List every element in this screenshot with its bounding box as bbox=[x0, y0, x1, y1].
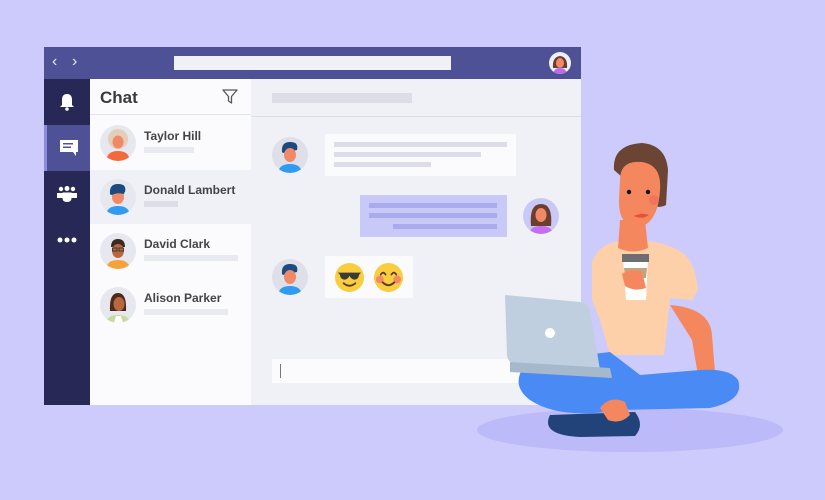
avatar-woman-icon bbox=[552, 56, 568, 74]
bell-icon bbox=[60, 94, 74, 111]
filter-icon[interactable] bbox=[222, 89, 238, 104]
avatar bbox=[100, 125, 136, 161]
avatar bbox=[100, 233, 136, 269]
contact-item[interactable]: Donald Lambert bbox=[90, 170, 251, 224]
chat-list-title: Chat bbox=[100, 88, 138, 107]
contact-name: Taylor Hill bbox=[144, 129, 202, 143]
chat-icon bbox=[59, 139, 78, 156]
avatar-man-blue-icon bbox=[278, 264, 302, 295]
message-preview bbox=[144, 309, 228, 315]
app-rail bbox=[44, 79, 90, 405]
title-bar: ‹ › bbox=[44, 47, 581, 79]
contact-name: David Clark bbox=[144, 237, 211, 251]
teams-icon bbox=[57, 186, 77, 202]
avatar bbox=[272, 259, 308, 295]
search-input[interactable] bbox=[174, 56, 451, 70]
contact-name: Alison Parker bbox=[144, 291, 222, 305]
contact-item[interactable]: David Clark bbox=[90, 224, 251, 278]
contact-item[interactable]: Alison Parker bbox=[90, 278, 251, 332]
rail-item-teams[interactable] bbox=[44, 171, 90, 217]
back-button[interactable]: ‹ bbox=[52, 53, 57, 71]
forward-button[interactable]: › bbox=[72, 53, 77, 71]
avatar-woman-green-icon bbox=[106, 293, 130, 323]
smiling-emoji-icon bbox=[373, 262, 404, 293]
avatar-man-blue-icon bbox=[278, 142, 302, 173]
chat-list-header: Chat bbox=[90, 79, 251, 115]
avatar-elderly-woman-icon bbox=[106, 129, 130, 161]
message-preview bbox=[144, 255, 238, 261]
more-icon bbox=[57, 237, 77, 243]
avatar-man-glasses-icon bbox=[106, 239, 130, 269]
chat-list-panel: Chat Taylor Hill Donald Lambert David Cl… bbox=[90, 79, 251, 405]
rail-item-more[interactable] bbox=[44, 217, 90, 263]
woman-with-laptop-illustration bbox=[477, 143, 783, 452]
rail-item-activity[interactable] bbox=[44, 79, 90, 125]
text-caret bbox=[280, 364, 281, 378]
conversation-header bbox=[251, 79, 581, 117]
contact-item[interactable]: Taylor Hill bbox=[90, 116, 251, 170]
user-avatar[interactable] bbox=[549, 52, 571, 74]
message-preview bbox=[144, 147, 194, 153]
emoji-message-bubble bbox=[325, 256, 413, 298]
avatar bbox=[272, 137, 308, 173]
message-line bbox=[334, 162, 431, 167]
message-line bbox=[334, 152, 481, 157]
avatar-man-blue-icon bbox=[106, 184, 130, 215]
sunglasses-emoji-icon bbox=[334, 262, 365, 293]
message-preview bbox=[144, 201, 178, 207]
avatar bbox=[100, 179, 136, 215]
conversation-title bbox=[272, 93, 412, 103]
rail-item-chat[interactable] bbox=[44, 125, 90, 171]
avatar bbox=[100, 287, 136, 323]
contact-name: Donald Lambert bbox=[144, 183, 236, 197]
